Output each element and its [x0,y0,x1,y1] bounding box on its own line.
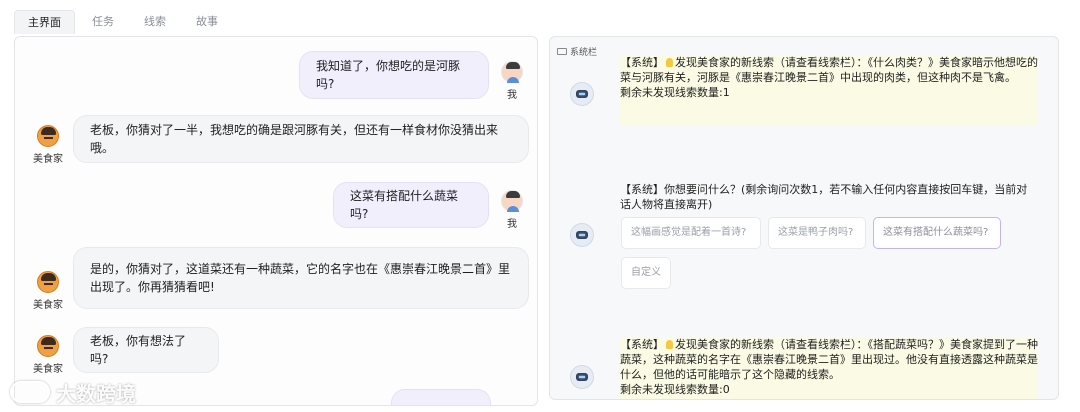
speaker-name: 美食家 [33,364,63,375]
speaker-name: 我 [507,219,517,230]
robot-icon [570,82,594,106]
option-poem[interactable]: 这幅画感觉是配着一首诗? [621,217,761,249]
speaker-name: 美食家 [33,154,63,165]
chef-avatar-icon [37,125,59,147]
system-prefix: 【系统】 [620,338,664,351]
chat-bubble-npc: 老板，你猜对了一半，我想吃的确是跟河豚有关，但还有一样食材你没猜出来哦。 [73,115,529,163]
option-custom[interactable]: 自定义 [621,257,671,289]
tab-tasks[interactable]: 任务 [79,10,127,34]
option-duck[interactable]: 这菜是鸭子肉吗? [768,217,866,249]
system-message: 【系统】 发现美食家的新线索（请查看线索栏）：《搭配蔬菜吗？》美食家提到了一种蔬菜… [620,337,1038,399]
watermark: 大数跨境 [10,378,136,406]
system-message-text: 发现美食家的新线索（请查看线索栏）：《搭配蔬菜吗？》美食家提到了一种蔬菜，这种蔬… [620,338,1038,381]
system-message: 【系统】 发现美食家的新线索（请查看线索栏）：《什么肉类？》美食家暗示他想吃的菜与… [620,55,1038,125]
panel-icon [557,47,567,55]
watermark-logo-icon [10,381,50,403]
tab-bar: 主界面 任务 线索 故事 [14,10,231,34]
chat-panel[interactable]: 我知道了，你想吃的是河豚吗? 我 美食家 老板，你猜对了一半，我想吃的确是跟河豚… [14,36,538,406]
chat-bubble-npc: 是的，你猜对了，这道菜还有一种蔬菜，它的名字也在《惠崇春江晚景二首》里出现了。你… [73,247,529,309]
system-prefix: 【系统】 [620,183,664,196]
chef-avatar-icon [37,271,59,293]
user-avatar-icon [501,190,523,212]
chat-bubble-npc: 老板，你有想法了吗? [73,327,219,373]
system-panel-title: 系统栏 [570,47,598,58]
system-message-text: 你想要问什么？(剩余询问次数1，若不输入任何内容直接按回车键，当前对话人物将直接… [620,183,1028,211]
system-panel[interactable]: 系统栏 【系统】 发现美食家的新线索（请查看线索栏）：《什么肉类？》美食家暗示他想… [549,36,1059,400]
robot-icon [570,365,594,389]
lightbulb-icon [666,58,673,67]
system-panel-header: 系统栏 [557,44,597,58]
speaker-name: 我 [507,90,517,101]
tab-main[interactable]: 主界面 [14,10,75,34]
remaining-clues: 剩余未发现线索数量:0 [620,383,730,396]
user-avatar-icon [501,61,523,83]
system-message-text: 发现美食家的新线索（请查看线索栏）：《什么肉类？》美食家暗示他想吃的菜与河豚有关… [620,56,1038,84]
chef-avatar-icon [37,335,59,357]
speaker-name: 美食家 [33,300,63,311]
option-vegetable[interactable]: 这菜有搭配什么蔬菜吗? [873,217,1001,249]
system-prefix: 【系统】 [620,56,664,69]
chat-bubble-user: 这菜有搭配什么蔬菜吗? [333,182,489,228]
tab-clues[interactable]: 线索 [131,10,179,34]
watermark-text: 大数跨境 [56,381,136,406]
system-message: 【系统】你想要问什么？(剩余询问次数1，若不输入任何内容直接按回车键，当前对话人… [620,182,1038,214]
remaining-clues: 剩余未发现线索数量:1 [620,86,730,99]
tab-story[interactable]: 故事 [183,10,231,34]
chat-bubble-user [391,389,491,405]
lightbulb-icon [666,340,673,349]
chat-bubble-user: 我知道了，你想吃的是河豚吗? [299,51,489,99]
robot-icon [570,223,594,247]
